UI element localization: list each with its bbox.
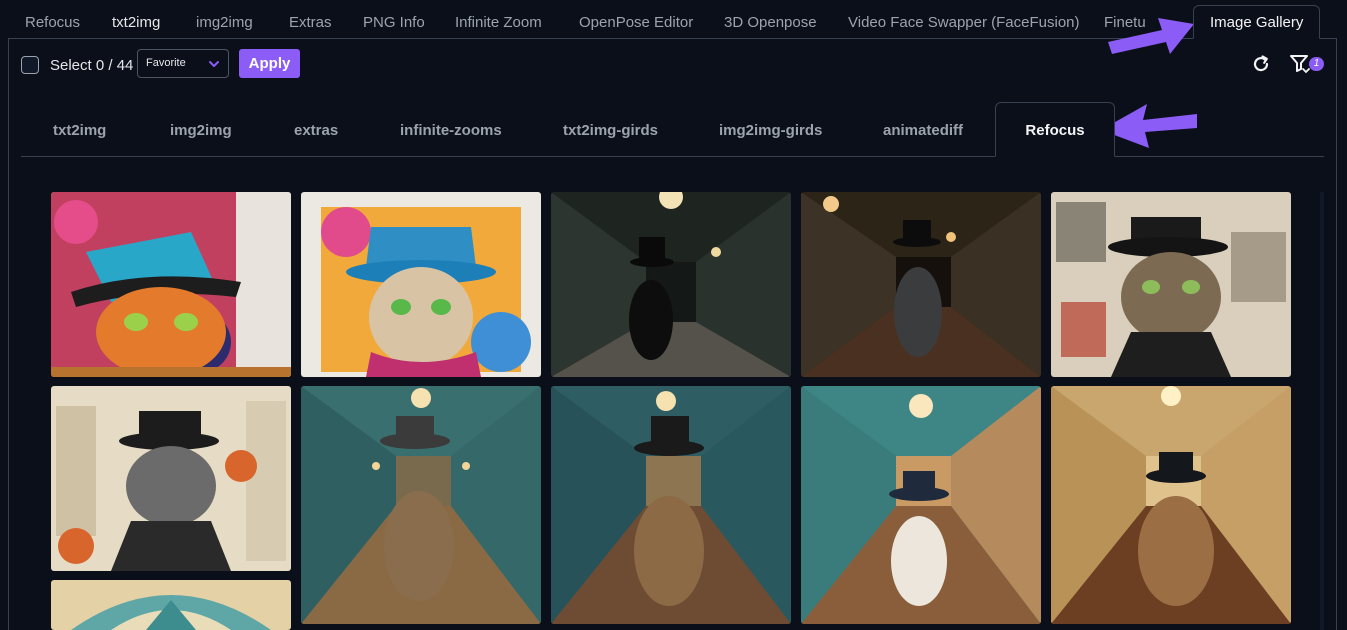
cat-warm-hallway-image	[1051, 386, 1291, 624]
annotation-arrow-icon	[1108, 18, 1194, 54]
gallery-thumbnail[interactable]	[551, 386, 791, 624]
subtab-extras[interactable]: extras	[294, 114, 338, 148]
gallery-thumbnail[interactable]	[1051, 386, 1291, 624]
cat-newspaper-collage-image	[51, 386, 291, 571]
gallery-thumbnail[interactable]	[1051, 192, 1291, 377]
refresh-icon[interactable]	[1250, 53, 1272, 75]
filter-count-badge: 1	[1309, 57, 1324, 71]
cat-teal-hallway-image	[301, 386, 541, 624]
tab-infinite-zoom[interactable]: Infinite Zoom	[455, 8, 542, 38]
art-deco-image	[51, 580, 291, 630]
gallery-thumbnail[interactable]	[51, 192, 291, 377]
tab-video-face-swapper[interactable]: Video Face Swapper (FaceFusion)	[848, 8, 1080, 38]
apply-button[interactable]: Apply	[239, 49, 300, 78]
tab-extras[interactable]: Extras	[289, 8, 332, 38]
cat-mural-image	[301, 192, 541, 377]
gallery-scrollbar[interactable]	[1320, 192, 1324, 630]
chevron-down-icon	[209, 61, 219, 67]
cat-graffiti-image	[51, 192, 291, 377]
selection-count-label: Select 0 / 44	[50, 57, 134, 74]
favorite-dropdown[interactable]: Favorite	[137, 49, 229, 78]
gallery-thumbnail[interactable]	[51, 580, 291, 630]
subtab-txt2img[interactable]: txt2img	[53, 114, 106, 148]
subtab-divider	[21, 156, 1324, 157]
subtab-infinite-zooms[interactable]: infinite-zooms	[400, 114, 502, 148]
gallery-thumbnail[interactable]	[51, 386, 291, 571]
tab-txt2img[interactable]: txt2img	[112, 8, 160, 38]
gallery-thumbnail[interactable]	[301, 192, 541, 377]
gallery-thumbnail[interactable]	[551, 192, 791, 377]
tab-image-gallery[interactable]: Image Gallery	[1193, 5, 1321, 39]
subtab-img2img[interactable]: img2img	[170, 114, 232, 148]
tab-png-info[interactable]: PNG Info	[363, 8, 425, 38]
tab-img2img[interactable]: img2img	[196, 8, 253, 38]
cat-white-hallway-image	[801, 386, 1041, 624]
cat-hallway-tophat-image	[551, 386, 791, 624]
subtab-animatediff[interactable]: animatediff	[883, 114, 963, 148]
select-all-checkbox[interactable]	[21, 56, 39, 74]
tab-refocus[interactable]: Refocus	[25, 8, 80, 38]
tab-openpose-editor[interactable]: OpenPose Editor	[579, 8, 693, 38]
gallery-thumbnail[interactable]	[801, 386, 1041, 624]
cat-wood-hallway-image	[801, 192, 1041, 377]
subtab-img2img-grids[interactable]: img2img-girds	[719, 114, 822, 148]
subtab-refocus[interactable]: Refocus	[995, 102, 1115, 157]
subtab-txt2img-grids[interactable]: txt2img-girds	[563, 114, 658, 148]
cat-collage-image	[1051, 192, 1291, 377]
gallery-thumbnail[interactable]	[301, 386, 541, 624]
tab-3d-openpose[interactable]: 3D Openpose	[724, 8, 817, 38]
gallery-thumbnail[interactable]	[801, 192, 1041, 377]
cat-dark-hallway-image	[551, 192, 791, 377]
dropdown-selected-value: Favorite	[146, 57, 186, 69]
